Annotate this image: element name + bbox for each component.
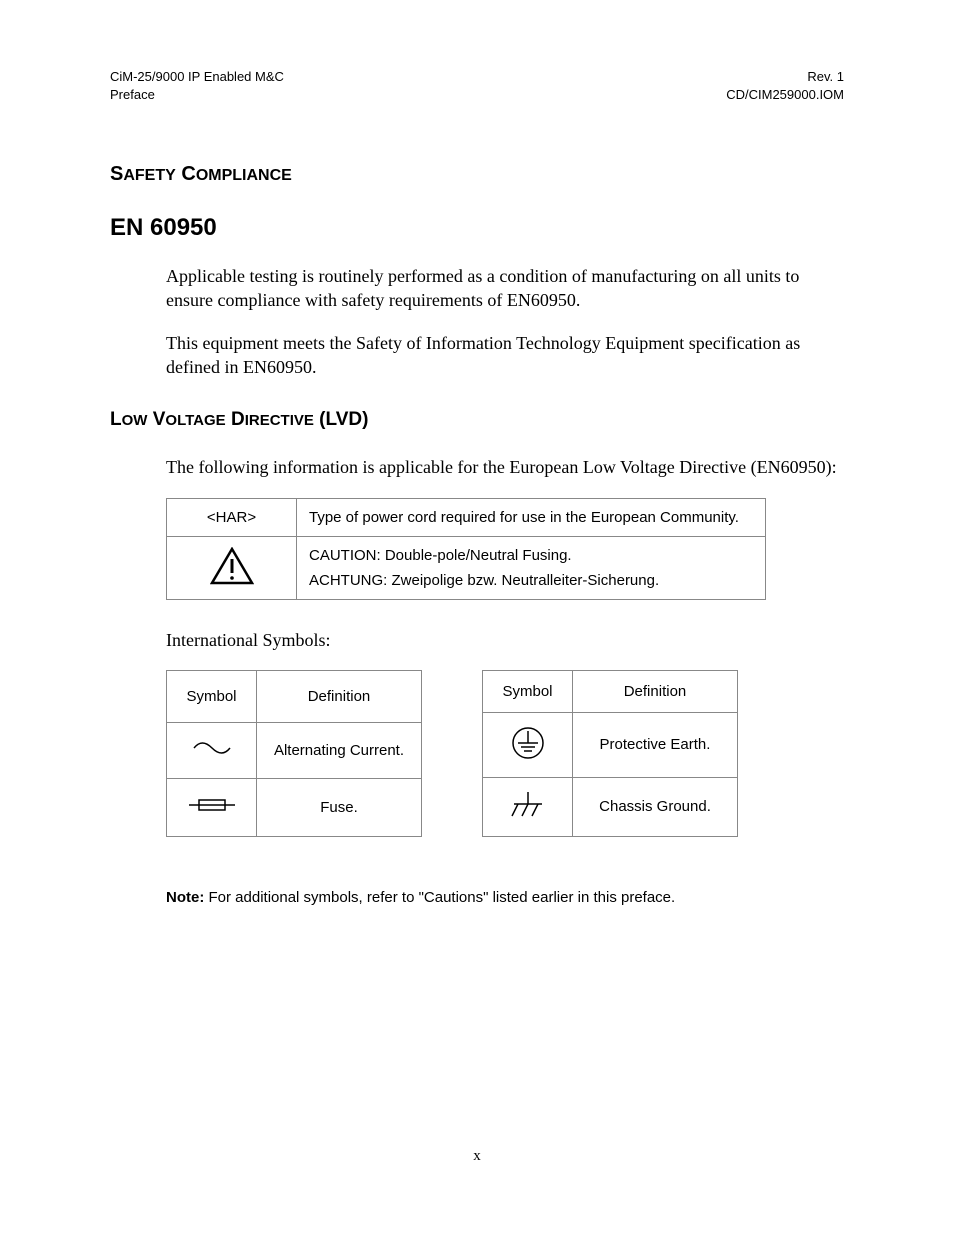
paragraph: Applicable testing is routinely performe…	[166, 264, 844, 313]
symbol-table-right: Symbol Definition Protective Earth.	[482, 670, 738, 837]
heading-part: OMPLIANCE	[196, 167, 292, 184]
symbol-cell	[167, 722, 257, 778]
caution-line-en: CAUTION: Double-pole/Neutral Fusing.	[309, 547, 753, 564]
th-definition: Definition	[257, 670, 422, 722]
heading-part: IRECTIVE	[245, 412, 314, 429]
paragraph: This equipment meets the Safety of Infor…	[166, 331, 844, 380]
caution-triangle-icon	[210, 547, 254, 589]
heading-en60950: EN 60950	[110, 214, 844, 242]
heading-part: L	[110, 409, 122, 430]
lvd-table: <HAR> Type of power cord required for us…	[166, 498, 766, 600]
definition-cell: Alternating Current.	[257, 722, 422, 778]
header-right: Rev. 1 CD/CIM259000.IOM	[726, 68, 844, 103]
symbol-table-left: Symbol Definition Alternating Current.	[166, 670, 422, 837]
table-cell: CAUTION: Double-pole/Neutral Fusing. ACH…	[297, 536, 766, 599]
table-row: Chassis Ground.	[483, 777, 738, 836]
header-right-line1: Rev. 1	[726, 68, 844, 86]
fuse-icon	[187, 796, 237, 818]
heading-part: OLTAGE	[165, 412, 225, 429]
header-left-line2: Preface	[110, 86, 284, 104]
table-row: CAUTION: Double-pole/Neutral Fusing. ACH…	[167, 536, 766, 599]
section-en60950-body: Applicable testing is routinely performe…	[166, 264, 844, 379]
heading-lvd: LOW VOLTAGE DIRECTIVE (LVD)	[110, 409, 844, 431]
note-text: For additional symbols, refer to "Cautio…	[204, 889, 675, 906]
header-left-line1: CiM-25/9000 IP Enabled M&C	[110, 68, 284, 86]
table-cell: Type of power cord required for use in t…	[297, 498, 766, 536]
header-left: CiM-25/9000 IP Enabled M&C Preface	[110, 68, 284, 103]
protective-earth-icon	[510, 725, 546, 765]
definition-cell: Protective Earth.	[573, 712, 738, 777]
note-paragraph: Note: For additional symbols, refer to "…	[166, 889, 844, 906]
chassis-ground-icon	[508, 790, 548, 824]
table-row: Alternating Current.	[167, 722, 422, 778]
heading-safety-compliance: SAFETY COMPLIANCE	[110, 163, 844, 186]
symbol-cell	[483, 777, 573, 836]
table-header-row: Symbol Definition	[167, 670, 422, 722]
symbol-cell	[167, 778, 257, 836]
ac-wave-icon	[192, 740, 232, 760]
section-lvd-body: The following information is applicable …	[166, 455, 844, 479]
note-label: Note:	[166, 889, 204, 906]
heading-part: S	[110, 163, 123, 185]
caution-line-de: ACHTUNG: Zweipolige bzw. Neutralleiter-S…	[309, 572, 753, 589]
th-symbol: Symbol	[483, 670, 573, 712]
heading-part: V	[153, 409, 166, 430]
symbol-cell	[483, 712, 573, 777]
header-right-line2: CD/CIM259000.IOM	[726, 86, 844, 104]
heading-part: (LVD)	[319, 409, 368, 430]
symbol-tables-row: Symbol Definition Alternating Current.	[166, 670, 844, 837]
heading-part: C	[181, 163, 195, 185]
paragraph: The following information is applicable …	[166, 455, 844, 479]
page-number: x	[0, 1148, 954, 1165]
heading-part: AFETY	[123, 167, 175, 184]
th-definition: Definition	[573, 670, 738, 712]
heading-part: OW	[122, 412, 148, 429]
th-symbol: Symbol	[167, 670, 257, 722]
table-row: Fuse.	[167, 778, 422, 836]
definition-cell: Chassis Ground.	[573, 777, 738, 836]
table-cell-har: <HAR>	[167, 498, 297, 536]
page-header: CiM-25/9000 IP Enabled M&C Preface Rev. …	[110, 68, 844, 103]
table-row: Protective Earth.	[483, 712, 738, 777]
table-header-row: Symbol Definition	[483, 670, 738, 712]
definition-cell: Fuse.	[257, 778, 422, 836]
table-row: <HAR> Type of power cord required for us…	[167, 498, 766, 536]
table-cell-caution-icon	[167, 536, 297, 599]
heading-part: D	[231, 409, 245, 430]
paragraph-international-symbols: International Symbols:	[166, 628, 844, 652]
